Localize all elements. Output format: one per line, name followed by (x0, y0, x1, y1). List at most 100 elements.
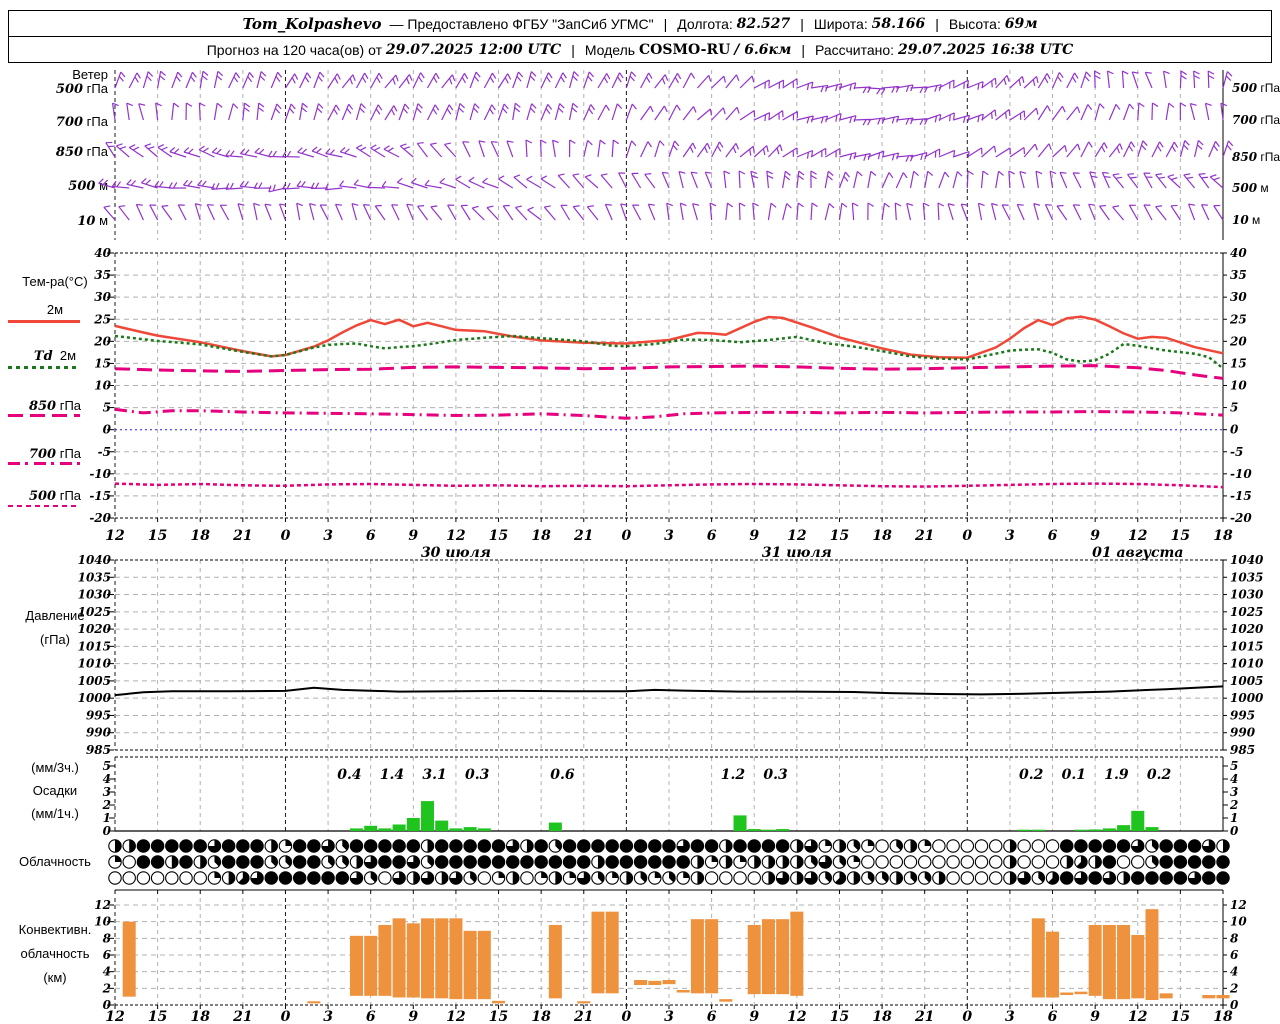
convective-cloud-bar (1131, 935, 1145, 999)
svg-text:990: 990 (1230, 726, 1256, 740)
svg-text:21: 21 (232, 528, 252, 544)
svg-text:10: 10 (1230, 379, 1247, 393)
svg-text:15: 15 (1171, 1009, 1190, 1024)
svg-text:4: 4 (1230, 772, 1238, 786)
svg-text:01 августа: 01 августа (1092, 545, 1183, 561)
svg-text:1025: 1025 (78, 605, 111, 619)
svg-text:0: 0 (1230, 824, 1239, 838)
svg-text:12: 12 (787, 1009, 807, 1024)
temperature-panel: -20 -20-15 -15-10 -10-5 -50 05 510 1015 1520 2025… (89, 246, 1252, 525)
precip-bar (1017, 829, 1031, 831)
convective-cloud-bar (477, 930, 491, 1000)
convective-cloud-bar (406, 923, 420, 998)
svg-text:4: 4 (1230, 965, 1238, 979)
svg-text:1015: 1015 (78, 639, 111, 653)
svg-text:6: 6 (707, 1009, 717, 1024)
svg-text:18: 18 (1213, 528, 1233, 544)
svg-text:0.3: 0.3 (465, 767, 490, 783)
svg-text:6: 6 (366, 528, 376, 544)
svg-text:5: 5 (1230, 401, 1238, 415)
precip-bar (449, 828, 463, 831)
svg-text:21: 21 (573, 1009, 593, 1024)
convective-cloud-bar (662, 980, 676, 985)
svg-text:21: 21 (914, 1009, 934, 1024)
svg-text:0: 0 (281, 528, 291, 544)
svg-text:18: 18 (872, 528, 892, 544)
convective-cloud-bar (122, 921, 136, 997)
precip-bar (1117, 825, 1131, 831)
convective-cloud-bar (1102, 925, 1116, 1000)
convective-panel: 0 02 24 46 68 810 1012 12 (94, 898, 1247, 1012)
convective-cloud-bar (378, 925, 392, 996)
svg-text:9: 9 (749, 1009, 759, 1024)
convective-cloud-bar (548, 925, 562, 999)
svg-text:1035: 1035 (78, 570, 111, 584)
convective-cloud-bar (364, 935, 378, 996)
convective-cloud-bar (605, 911, 619, 994)
precipitation-panel: 0 01 12 23 34 45 50.4 1.4 3.1 0.3 0.6 1.2 0.3 0.2 0.1 1… (102, 756, 1239, 838)
svg-text:15: 15 (1230, 356, 1247, 370)
svg-text:18: 18 (531, 528, 551, 544)
svg-text:0.6: 0.6 (550, 767, 575, 783)
svg-text:12: 12 (105, 1009, 125, 1024)
precip-bar (364, 825, 378, 831)
svg-text:12: 12 (105, 528, 125, 544)
svg-text:15: 15 (489, 1009, 508, 1024)
svg-text:12: 12 (1128, 528, 1148, 544)
svg-text:1030: 1030 (1230, 588, 1264, 602)
svg-text:9: 9 (408, 528, 418, 544)
precip-bar (548, 822, 562, 831)
precip-bar (1145, 827, 1159, 831)
precip-bar (761, 829, 775, 831)
convective-cloud-bar (648, 980, 662, 985)
svg-text:1020: 1020 (1230, 622, 1264, 636)
svg-text:3: 3 (323, 528, 333, 544)
upper-time-axis: 12 15 18 21 0 3 6 9 12 15 18 21 0 3 6 9 12 15 18 21 0 3 6 9 12 15… (105, 518, 1233, 561)
svg-text:-5: -5 (1230, 445, 1243, 459)
svg-text:6: 6 (1048, 528, 1058, 544)
svg-text:0: 0 (1230, 423, 1239, 437)
convective-cloud-bar (790, 911, 804, 996)
svg-text:15: 15 (489, 528, 508, 544)
convective-cloud-bar (435, 918, 449, 999)
precip-bar (392, 824, 406, 831)
svg-text:1005: 1005 (1230, 674, 1263, 688)
svg-text:0.2: 0.2 (1019, 767, 1044, 783)
svg-text:6: 6 (1048, 1009, 1058, 1024)
lower-time-axis: 12 15 18 21 0 3 6 9 12 15 18 21 0 3 6 9 12 15 18 21 0 3 6 9 12 15… (105, 1005, 1233, 1024)
svg-text:15: 15 (1171, 528, 1190, 544)
meteogram-page: { "header": { "station": "Tom_Kolpashevo… (0, 0, 1280, 1024)
svg-text:15: 15 (148, 1009, 167, 1024)
svg-text:0.4: 0.4 (337, 767, 361, 783)
svg-text:18: 18 (190, 528, 210, 544)
svg-text:35: 35 (1230, 268, 1247, 282)
convective-cloud-bar (1046, 931, 1060, 998)
meteogram-canvas: 500 гПа700 гПа850 гПа500 м10 м-20 -20-15-… (78, 70, 1280, 1024)
svg-text:0: 0 (962, 1009, 972, 1024)
convective-cloud-bar (392, 918, 406, 998)
convective-cloud-bar (705, 919, 719, 994)
precip-bar (1102, 828, 1116, 831)
pressure-panel: 985 985990 990995 9951000 10001005 10051010 10… (78, 553, 1264, 757)
convective-cloud-bar (761, 919, 775, 995)
svg-text:15: 15 (148, 528, 167, 544)
svg-text:1010: 1010 (1230, 657, 1264, 671)
svg-text:0.3: 0.3 (763, 767, 788, 783)
svg-text:40: 40 (1230, 246, 1247, 260)
svg-text:1035: 1035 (1230, 570, 1263, 584)
precip-bar (733, 815, 747, 831)
cloudiness-panel (108, 839, 1230, 894)
svg-text:18: 18 (190, 1009, 210, 1024)
svg-text:9: 9 (1090, 528, 1100, 544)
svg-text:0.1: 0.1 (1062, 767, 1086, 783)
svg-text:0: 0 (622, 528, 632, 544)
convective-cloud-bar (591, 911, 605, 994)
svg-text:1020: 1020 (78, 622, 112, 636)
svg-text:850 гПа: 850 гПа (1232, 150, 1280, 164)
svg-text:1: 1 (1230, 811, 1238, 825)
precip-bar (463, 827, 477, 831)
svg-text:9: 9 (408, 1009, 418, 1024)
svg-text:21: 21 (914, 528, 934, 544)
convective-cloud-bar (421, 918, 435, 999)
convective-cloud-bar (449, 918, 463, 1000)
